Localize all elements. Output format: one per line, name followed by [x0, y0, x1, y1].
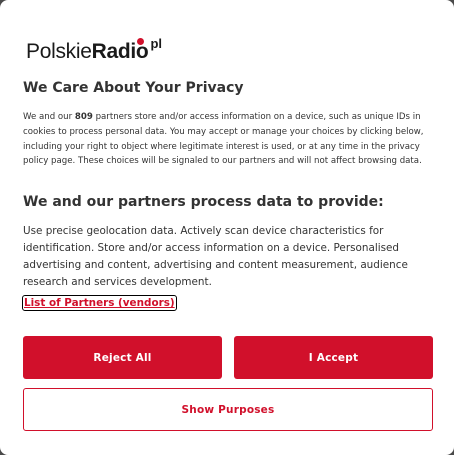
logo-text-pl: pl — [150, 36, 163, 51]
show-purposes-button[interactable]: Show Purposes — [23, 388, 433, 431]
polskie-radio-logo: Polskie Radio pl — [26, 36, 163, 64]
intro-text: We and our 809 partners store and/or acc… — [23, 110, 435, 169]
logo-text-polskie: Polskie — [26, 40, 92, 63]
dialog-title: We Care About Your Privacy — [23, 80, 244, 96]
intro-text-before: We and our — [23, 112, 75, 122]
purposes-heading: We and our partners process data to prov… — [23, 194, 384, 210]
purposes-text: Use precise geolocation data. Actively s… — [23, 225, 408, 288]
partners-list-link[interactable]: List of Partners (vendors) — [22, 295, 177, 311]
partner-count: 809 — [74, 112, 93, 122]
consent-dialog: Polskie Radio pl We Care About Your Privac… — [0, 0, 454, 455]
logo-text-radio: Radio — [92, 38, 149, 64]
accept-button[interactable]: I Accept — [234, 336, 433, 379]
reject-all-button[interactable]: Reject All — [23, 336, 222, 379]
